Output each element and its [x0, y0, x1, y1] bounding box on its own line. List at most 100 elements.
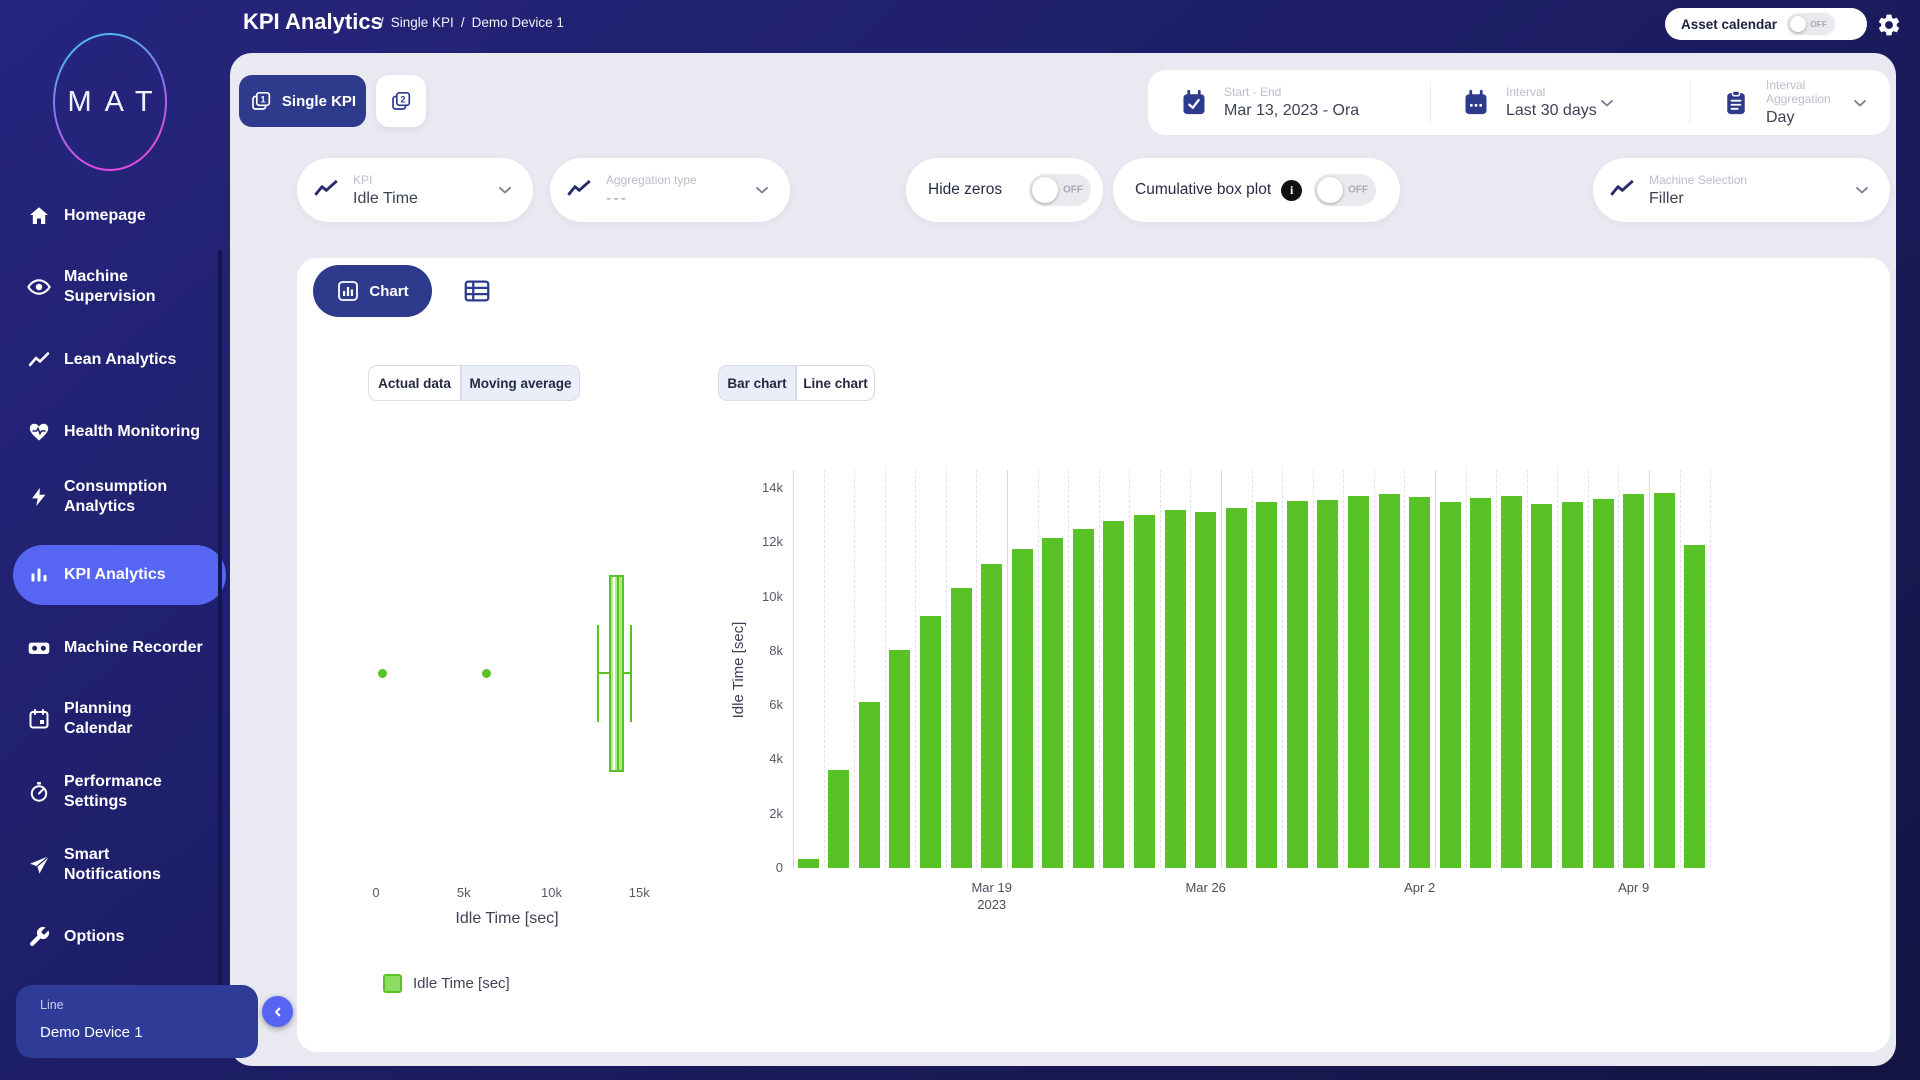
bar[interactable]	[889, 650, 910, 868]
gridline	[1374, 470, 1375, 868]
breadcrumb-single-kpi[interactable]: Single KPI	[391, 15, 454, 30]
page-title: KPI Analytics	[243, 9, 383, 35]
gridline	[946, 470, 947, 868]
chevron-down-icon[interactable]	[752, 180, 772, 200]
calendar-dots-icon	[1462, 89, 1490, 117]
bar[interactable]	[920, 616, 941, 868]
asset-calendar-toggle[interactable]: OFF	[1787, 13, 1835, 35]
bar[interactable]	[981, 564, 1002, 868]
interval-aggregation-field[interactable]: Interval Aggregation Day	[1722, 70, 1870, 135]
gridline	[1710, 470, 1711, 868]
hide-zeros-control: Hide zeros OFF	[906, 158, 1103, 222]
bar[interactable]	[1165, 510, 1186, 868]
bar[interactable]	[828, 770, 849, 868]
bar[interactable]	[1593, 499, 1614, 868]
bar[interactable]	[1226, 508, 1247, 868]
bar[interactable]	[1684, 545, 1705, 868]
kpi-value: Idle Time	[353, 190, 495, 208]
gridline	[1190, 470, 1191, 868]
kpi-select[interactable]: KPI Idle Time	[297, 158, 533, 222]
sidebar-item-label: Planning Calendar	[64, 699, 204, 739]
sidebar-item-kpi-analytics[interactable]: KPI Analytics	[13, 545, 226, 605]
divider	[1430, 82, 1431, 123]
gridline	[854, 470, 855, 868]
sidebar-item-machine-supervision[interactable]: Machine Supervision	[0, 262, 230, 312]
bar[interactable]	[1654, 493, 1675, 868]
device-card[interactable]: Line Demo Device 1	[16, 985, 258, 1058]
bar[interactable]	[859, 702, 880, 868]
gridline	[793, 470, 794, 868]
lightning-bolt-icon	[26, 484, 52, 510]
bar[interactable]	[798, 859, 819, 868]
aggregation-type-value: ---	[606, 190, 752, 208]
bar[interactable]	[1379, 494, 1400, 868]
cumulative-box-plot-control: Cumulative box plot i OFF	[1113, 158, 1400, 222]
trend-line-icon	[26, 347, 52, 373]
bar[interactable]	[1042, 538, 1063, 868]
bar[interactable]	[1348, 496, 1369, 868]
bar[interactable]	[1073, 529, 1094, 868]
heart-pulse-icon	[26, 419, 52, 445]
bar[interactable]	[1623, 494, 1644, 868]
gridline	[1313, 470, 1314, 868]
sidebar-item-consumption-analytics[interactable]: Consumption Analytics	[0, 472, 230, 522]
bar[interactable]	[1501, 496, 1522, 868]
divider	[1690, 82, 1691, 123]
bar[interactable]	[1562, 502, 1583, 868]
hide-zeros-label: Hide zeros	[928, 181, 1002, 199]
toggle-state: OFF	[1063, 185, 1083, 196]
bar-chart-y-axis-title: Idle Time [sec]	[730, 610, 746, 730]
home-icon	[26, 203, 52, 229]
chevron-down-icon[interactable]	[1850, 93, 1870, 113]
bar[interactable]	[1134, 515, 1155, 868]
bar[interactable]	[1012, 549, 1033, 868]
bar-x-tick-label: Mar 26	[1156, 880, 1256, 895]
gridline	[1496, 470, 1497, 868]
bar[interactable]	[1470, 498, 1491, 868]
sidebar-item-health-monitoring[interactable]: Health Monitoring	[0, 414, 230, 450]
tab-single-kpi[interactable]: 1 Single KPI	[239, 75, 366, 127]
bar[interactable]	[1195, 512, 1216, 868]
sidebar-collapse-button[interactable]	[262, 996, 293, 1027]
bar[interactable]	[1317, 500, 1338, 868]
info-icon[interactable]: i	[1281, 180, 1302, 201]
chevron-down-icon[interactable]	[1597, 93, 1617, 113]
bar[interactable]	[1256, 502, 1277, 868]
chevron-down-icon[interactable]	[495, 180, 515, 200]
interval-value: Last 30 days	[1506, 102, 1597, 120]
sidebar-item-smart-notifications[interactable]: Smart Notifications	[0, 840, 230, 890]
sidebar-scrollbar[interactable]	[218, 250, 222, 1005]
interval-field[interactable]: Interval Last 30 days	[1462, 70, 1658, 135]
sidebar-item-planning-calendar[interactable]: Planning Calendar	[0, 694, 230, 744]
settings-gear-button[interactable]	[1874, 10, 1904, 40]
chevron-down-icon[interactable]	[1852, 180, 1872, 200]
bar-y-tick-label: 0	[727, 860, 783, 875]
sidebar-item-lean-analytics[interactable]: Lean Analytics	[0, 342, 230, 378]
gear-icon	[1876, 12, 1902, 38]
bar[interactable]	[1531, 504, 1552, 868]
bar[interactable]	[951, 588, 972, 868]
sidebar-item-machine-recorder[interactable]: Machine Recorder	[0, 630, 230, 666]
machine-selection-select[interactable]: Machine Selection Filler	[1593, 158, 1890, 222]
bar[interactable]	[1287, 501, 1308, 868]
sidebar-item-label: Machine Supervision	[64, 267, 204, 307]
bar[interactable]	[1440, 502, 1461, 868]
cumulative-box-plot-toggle[interactable]: OFF	[1314, 174, 1376, 206]
aggregation-type-select[interactable]: Aggregation type ---	[550, 158, 790, 222]
calendar-icon	[26, 706, 52, 732]
logo-text: MAT	[48, 28, 172, 176]
date-range-card: Start - End Mar 13, 2023 - Ora Interval …	[1148, 70, 1890, 135]
start-end-field[interactable]: Start - End Mar 13, 2023 - Ora	[1180, 70, 1359, 135]
bar[interactable]	[1409, 497, 1430, 868]
bar[interactable]	[1103, 521, 1124, 868]
asset-calendar-toggle-pill[interactable]: Asset calendar OFF	[1665, 8, 1867, 40]
tab-single-kpi-label: Single KPI	[282, 93, 356, 110]
hide-zeros-toggle[interactable]: OFF	[1029, 174, 1091, 206]
breadcrumb-device[interactable]: Demo Device 1	[472, 15, 564, 30]
tab-multi-kpi[interactable]: 2	[376, 75, 426, 127]
sidebar-item-homepage[interactable]: Homepage	[0, 198, 230, 234]
gridline	[1343, 470, 1344, 868]
sidebar-item-options[interactable]: Options	[0, 919, 230, 955]
sidebar-item-performance-settings[interactable]: Performance Settings	[0, 767, 230, 817]
interval-aggregation-value: Day	[1766, 109, 1850, 127]
